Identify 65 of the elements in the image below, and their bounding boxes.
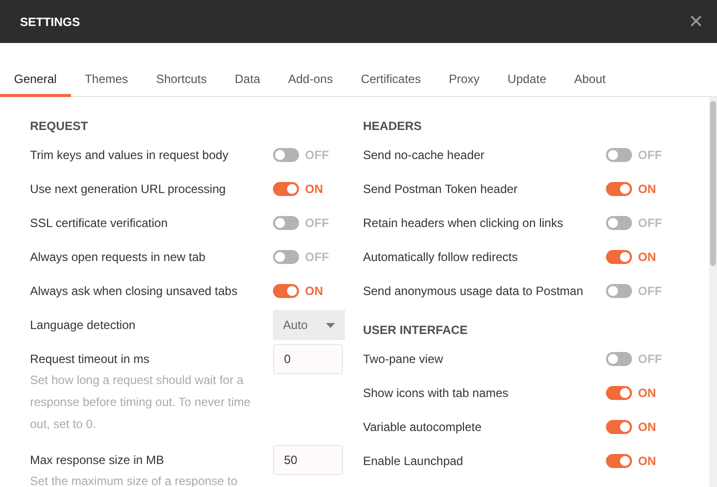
section-heading: REQUEST xyxy=(30,118,90,134)
setting-label: Language detection xyxy=(30,317,136,334)
setting-label: Variable autocomplete xyxy=(363,419,483,436)
caret-icon xyxy=(326,322,335,328)
toggle-state: ON xyxy=(638,249,656,266)
setting-label: Request timeout in ms xyxy=(30,351,150,368)
setting-label: Show icons with tab names xyxy=(363,385,510,402)
toggle-switch[interactable] xyxy=(273,182,299,196)
close-button[interactable]: × xyxy=(684,10,707,34)
toggle-state: OFF xyxy=(305,147,329,164)
scrollbar[interactable] xyxy=(709,97,717,487)
toggle-state: ON xyxy=(305,283,323,300)
toggle-switch[interactable] xyxy=(606,386,632,400)
toggle-state: OFF xyxy=(638,283,662,300)
toggle-switch[interactable] xyxy=(606,454,632,468)
setting-description: Set how long a request should wait for a response before timing out. To never time out, set to 0. xyxy=(30,372,252,433)
setting-label: Automatically follow redirects xyxy=(363,249,519,266)
toggle-switch[interactable] xyxy=(273,250,299,264)
setting-label: Always ask when closing unsaved tabs xyxy=(30,283,238,300)
tab[interactable]: About xyxy=(560,65,620,97)
toggle-switch[interactable] xyxy=(606,148,632,162)
toggle-switch[interactable] xyxy=(273,284,299,298)
tab[interactable]: General xyxy=(0,65,71,97)
toggle-switch[interactable] xyxy=(273,216,299,230)
section-heading: HEADERS xyxy=(363,118,423,134)
setting-label: Two-pane view xyxy=(363,351,444,368)
toggle-state: ON xyxy=(638,181,656,198)
setting-label: Enable Launchpad xyxy=(363,453,464,470)
toggle-state: OFF xyxy=(638,351,662,368)
setting-label: Send anonymous usage data to Postman xyxy=(363,283,584,300)
toggle-state: OFF xyxy=(638,147,662,164)
toggle-switch[interactable] xyxy=(606,420,632,434)
toggle-state: OFF xyxy=(305,215,329,232)
tab[interactable]: Add-ons xyxy=(274,65,347,97)
setting-label: Trim keys and values in request body xyxy=(30,147,230,164)
tab[interactable]: Update xyxy=(494,65,560,97)
language-dropdown[interactable]: Auto xyxy=(273,310,345,340)
section-heading: USER INTERFACE xyxy=(363,322,469,338)
toggle-switch[interactable] xyxy=(606,284,632,298)
toggle-state: ON xyxy=(638,419,656,436)
toggle-switch[interactable] xyxy=(606,250,632,264)
setting-label: Send no-cache header xyxy=(363,147,486,164)
tab[interactable]: Shortcuts xyxy=(142,65,221,97)
setting-label: Use next generation URL processing xyxy=(30,181,227,198)
setting-label: Retain headers when clicking on links xyxy=(363,215,564,232)
setting-label: SSL certificate verification xyxy=(30,215,169,232)
toggle-state: ON xyxy=(638,385,656,402)
toggle-switch[interactable] xyxy=(606,182,632,196)
number-field[interactable]: 50 xyxy=(273,445,343,475)
toggle-switch[interactable] xyxy=(273,148,299,162)
setting-label: Max response size in MB xyxy=(30,452,166,469)
toggle-state: OFF xyxy=(638,215,662,232)
setting-label: Send Postman Token header xyxy=(363,181,519,198)
number-field[interactable]: 0 xyxy=(273,344,343,374)
toggle-state: ON xyxy=(638,453,656,470)
toggle-switch[interactable] xyxy=(606,352,632,366)
window-title: SETTINGS xyxy=(20,14,80,30)
toggle-state: ON xyxy=(305,181,323,198)
tab[interactable]: Proxy xyxy=(434,65,494,97)
toggle-state: OFF xyxy=(305,249,329,266)
toggle-switch[interactable] xyxy=(606,216,632,230)
tab[interactable]: Certificates xyxy=(346,65,435,97)
setting-label: Always open requests in new tab xyxy=(30,249,206,266)
tab[interactable]: Themes xyxy=(70,65,142,97)
tab[interactable]: Data xyxy=(220,65,274,97)
